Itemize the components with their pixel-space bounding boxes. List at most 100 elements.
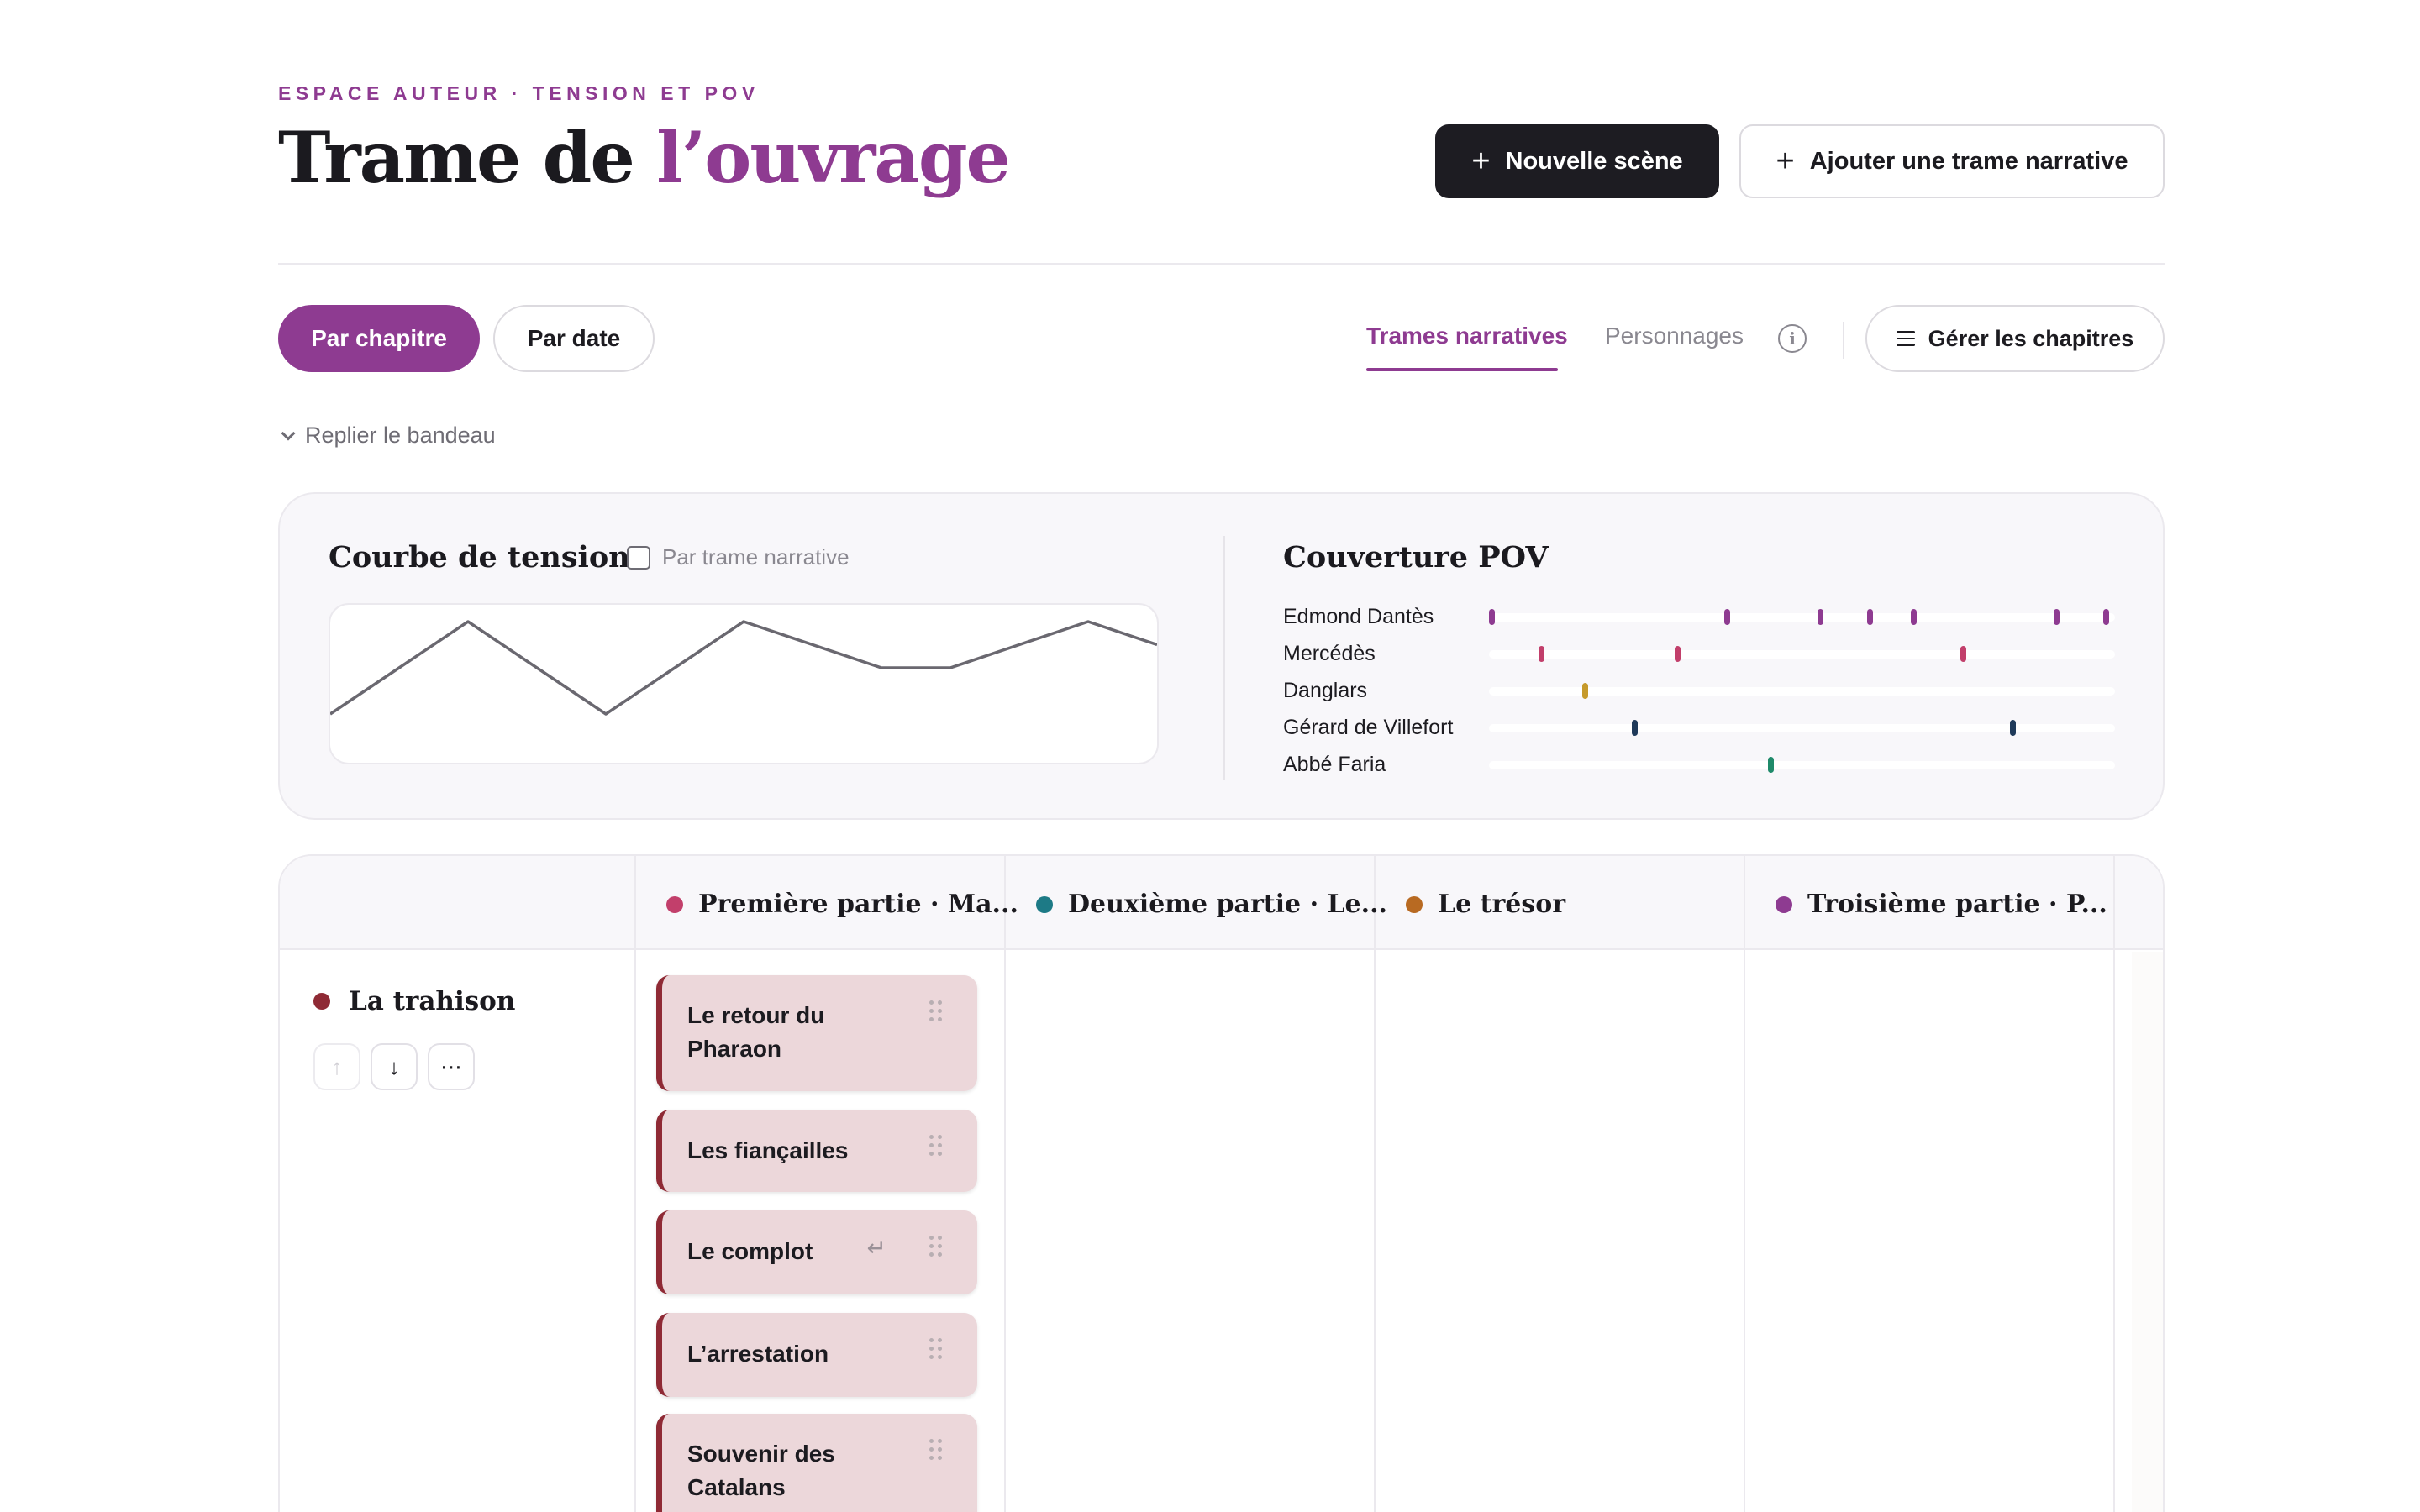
drag-handle-icon[interactable] [929,1338,942,1359]
move-up-button[interactable]: ↑ [313,1043,360,1090]
chapter-header-3[interactable]: Le trésor [1406,890,1565,919]
pov-scene-marker[interactable] [1675,646,1681,662]
scene-title: Les fiançailles [687,1137,849,1163]
pov-scene-marker[interactable] [2102,609,2109,625]
collapse-banner-toggle[interactable]: Replier le bandeau [278,423,496,449]
drag-handle-icon[interactable] [929,1439,942,1460]
arrow-down-icon: ↓ [388,1053,400,1079]
add-plotline-label: Ajouter une trame narrative [1809,147,2128,175]
plot-board: Première partie · Ma... Deuxième partie … [278,854,2165,1512]
pov-scene-marker[interactable] [1768,757,1775,773]
pov-row: Abbé Faria [1283,749,2123,783]
pov-row: Edmond Dantès [1283,601,2123,635]
column-divider [1374,856,1376,1512]
drag-handle-icon[interactable] [929,1236,942,1257]
scene-card[interactable]: L’arrestation [656,1313,977,1397]
pov-scene-marker[interactable] [1910,609,1917,625]
pov-track [1489,609,2115,625]
chapter-label: Première partie · Ma... [698,890,1018,919]
page-title: Trame de l’ouvrage [278,116,1011,199]
plus-icon: + [1471,144,1491,179]
pov-scene-marker[interactable] [1489,609,1495,625]
scene-title: L’arrestation [687,1341,829,1367]
pov-scene-marker[interactable] [1539,646,1545,662]
manage-chapters-button[interactable]: Gérer les chapitres [1865,305,2165,372]
chapter-label: Deuxième partie · Le... [1068,890,1387,919]
manage-chapters-label: Gérer les chapitres [1928,325,2134,351]
scene-title: Souvenir des Catalans [687,1441,835,1500]
new-scene-button[interactable]: + Nouvelle scène [1435,124,1719,198]
more-horizontal-icon: ⋯ [440,1053,462,1079]
scene-card[interactable]: Le complot ↵ [656,1210,977,1294]
view-by-chapter-button[interactable]: Par chapitre [278,305,480,372]
pov-title: Couverture POV [1283,540,1549,575]
collapse-banner-label: Replier le bandeau [305,423,496,448]
chapter-label: Troisième partie · P... [1807,890,2107,919]
chapter-color-dot [1036,895,1053,913]
pov-scene-marker[interactable] [1960,646,1966,662]
chapter-header-1[interactable]: Première partie · Ma... [666,890,1018,919]
pov-character-name: Abbé Faria [1283,753,1386,776]
scene-card[interactable]: Les fiançailles [656,1110,977,1192]
menu-icon [1896,331,1915,346]
chevron-down-icon [281,426,296,440]
pov-scene-marker[interactable] [1631,720,1638,736]
new-scene-label: Nouvelle scène [1505,147,1683,175]
chapter-color-dot [1776,895,1792,913]
next-column-edge [2132,952,2163,1512]
drag-handle-icon[interactable] [929,1135,942,1156]
chapter-header-2[interactable]: Deuxième partie · Le... [1036,890,1387,919]
scene-card[interactable]: Souvenir des Catalans [656,1414,977,1512]
tension-title: Courbe de tension [329,540,630,575]
add-plotline-button[interactable]: + Ajouter une trame narrative [1739,124,2165,198]
column-divider [1004,856,1006,1512]
info-icon[interactable]: i [1778,324,1807,353]
header-divider [278,263,2165,265]
checkbox[interactable] [627,545,650,570]
active-tab-indicator [1366,368,1558,371]
pov-character-name: Danglars [1283,679,1368,702]
pov-scene-marker[interactable] [2053,609,2060,625]
pov-row: Danglars [1283,675,2123,709]
pov-row: Gérard de Villefort [1283,712,2123,746]
column-divider [634,856,636,1512]
tension-curve-box [329,603,1159,764]
tab-plotlines[interactable]: Trames narratives [1366,323,1568,349]
column-divider [2113,856,2115,1512]
pov-character-name: Mercédès [1283,642,1376,665]
plot-board-page: ESPACE AUTEUR · TENSION ET POV Trame de … [0,0,2420,1512]
pov-character-name: Gérard de Villefort [1283,716,1454,739]
scene-card[interactable]: Le retour du Pharaon [656,975,977,1091]
pov-scene-marker[interactable] [2009,720,2016,736]
scene-title: Le retour du Pharaon [687,1002,825,1062]
pov-scene-marker[interactable] [1867,609,1874,625]
view-by-date-button[interactable]: Par date [493,305,655,372]
toolbar-divider [1843,322,1844,359]
move-down-button[interactable]: ↓ [371,1043,418,1090]
chapter-label: Le trésor [1438,890,1566,919]
pov-track [1489,720,2115,736]
more-options-button[interactable]: ⋯ [428,1043,475,1090]
column-divider [1744,856,1745,1512]
pov-track [1489,683,2115,699]
tension-curve [330,620,1157,716]
by-plotline-toggle[interactable]: Par trame narrative [627,544,850,570]
pov-track [1489,646,2115,662]
chapter-header-4[interactable]: Troisième partie · P... [1776,890,2107,919]
pov-scene-marker[interactable] [1818,609,1824,625]
pov-track [1489,757,2115,773]
return-arrow-icon: ↵ [866,1235,886,1261]
plotline-color-dot [313,993,330,1010]
chapter-color-dot [666,895,683,913]
panel-divider [1223,536,1225,780]
eyebrow-label: ESPACE AUTEUR · TENSION ET POV [278,82,760,104]
page-title-main: Trame de [278,116,657,199]
arrow-up-icon: ↑ [331,1053,343,1079]
pov-scene-marker[interactable] [1581,683,1588,699]
tab-characters[interactable]: Personnages [1605,323,1744,349]
plotline-label[interactable]: La trahison [313,986,515,1016]
pov-row: Mercédès [1283,638,2123,672]
pov-scene-marker[interactable] [1724,609,1731,625]
page-title-accent: l’ouvrage [656,116,1011,199]
drag-handle-icon[interactable] [929,1000,942,1021]
